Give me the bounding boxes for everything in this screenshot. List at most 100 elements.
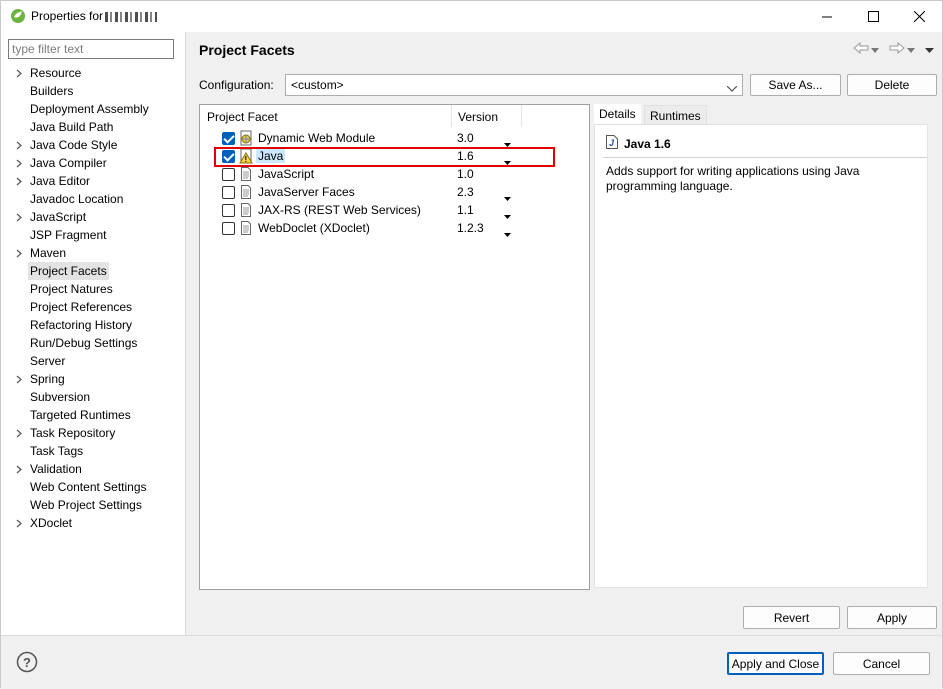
- sidebar-item-javadoc-location[interactable]: Javadoc Location: [1, 190, 185, 208]
- annotation-highlight-box: [214, 147, 555, 167]
- sidebar-item-label: Builders: [30, 84, 74, 98]
- cancel-button[interactable]: Cancel: [833, 652, 930, 675]
- facet-checkbox[interactable]: [222, 222, 235, 235]
- forward-history-dropdown-icon[interactable]: [907, 43, 915, 57]
- sidebar-item-targeted-runtimes[interactable]: Targeted Runtimes: [1, 406, 185, 424]
- main-panel: Project Facets Configuration: <custom> S…: [186, 32, 942, 635]
- sidebar-item-validation[interactable]: Validation: [1, 460, 185, 478]
- delete-button[interactable]: Delete: [847, 74, 937, 96]
- sidebar-item-java-compiler[interactable]: Java Compiler: [1, 154, 185, 172]
- back-history-dropdown-icon[interactable]: [871, 43, 879, 57]
- redacted-title-suffix: [105, 11, 158, 22]
- chevron-right-icon[interactable]: [16, 424, 26, 442]
- sidebar-item-builders[interactable]: Builders: [1, 82, 185, 100]
- chevron-right-icon[interactable]: [16, 460, 26, 478]
- sidebar-item-java-code-style[interactable]: Java Code Style: [1, 136, 185, 154]
- sidebar-item-project-natures[interactable]: Project Natures: [1, 280, 185, 298]
- sidebar-item-label: XDoclet: [30, 516, 73, 530]
- facet-row[interactable]: JavaScript 1.0: [200, 165, 589, 183]
- facet-checkbox[interactable]: [222, 204, 235, 217]
- sidebar-item-label: Run/Debug Settings: [30, 336, 138, 350]
- facet-checkbox[interactable]: [222, 186, 235, 199]
- sidebar-item-refactoring-history[interactable]: Refactoring History: [1, 316, 185, 334]
- sidebar-item-project-references[interactable]: Project References: [1, 298, 185, 316]
- facet-version: 1.0: [457, 167, 474, 181]
- chevron-right-icon[interactable]: [16, 136, 26, 154]
- column-header-project-facet[interactable]: Project Facet: [207, 110, 278, 124]
- maximize-button[interactable]: [850, 1, 896, 32]
- view-menu-icon[interactable]: [925, 43, 934, 57]
- details-content: J Java 1.6 Adds support for writing appl…: [594, 124, 928, 588]
- document-icon: [238, 202, 254, 218]
- facet-checkbox[interactable]: [222, 168, 235, 181]
- chevron-right-icon[interactable]: [16, 64, 26, 82]
- sidebar-item-javascript[interactable]: JavaScript: [1, 208, 185, 226]
- facet-row[interactable]: JavaServer Faces 2.3: [200, 183, 589, 201]
- facets-table: Project Facet Version Dynamic Web Module…: [199, 104, 590, 590]
- sidebar-item-xdoclet[interactable]: XDoclet: [1, 514, 185, 532]
- chevron-down-icon: [726, 81, 738, 95]
- column-header-version[interactable]: Version: [458, 110, 498, 124]
- apply-and-close-button[interactable]: Apply and Close: [727, 652, 824, 675]
- java-file-icon: J: [606, 135, 618, 152]
- sidebar-item-server[interactable]: Server: [1, 352, 185, 370]
- facet-name: Dynamic Web Module: [258, 131, 376, 145]
- facet-row[interactable]: WebDoclet (XDoclet) 1.2.3: [200, 219, 589, 237]
- sidebar-item-jsp-fragment[interactable]: JSP Fragment: [1, 226, 185, 244]
- sidebar-item-project-facets[interactable]: Project Facets: [1, 262, 185, 280]
- sidebar-item-label: Project Natures: [30, 282, 113, 296]
- sidebar-item-maven[interactable]: Maven: [1, 244, 185, 262]
- facet-row[interactable]: JAX-RS (REST Web Services) 1.1: [200, 201, 589, 219]
- back-arrow-icon[interactable]: [853, 41, 869, 57]
- chevron-right-icon[interactable]: [16, 172, 26, 190]
- dialog-footer: ? Apply and Close Cancel: [1, 635, 942, 689]
- sidebar-item-deployment-assembly[interactable]: Deployment Assembly: [1, 100, 185, 118]
- facet-row[interactable]: Dynamic Web Module 3.0: [200, 129, 589, 147]
- facet-version[interactable]: 1.2.3: [457, 221, 484, 235]
- facet-version[interactable]: 3.0: [457, 131, 474, 145]
- revert-button[interactable]: Revert: [743, 606, 840, 629]
- chevron-right-icon[interactable]: [16, 370, 26, 388]
- facets-table-header: Project Facet Version: [200, 105, 589, 127]
- chevron-right-icon[interactable]: [16, 154, 26, 172]
- sidebar-item-run-debug-settings[interactable]: Run/Debug Settings: [1, 334, 185, 352]
- filter-input[interactable]: [8, 39, 174, 59]
- facet-checkbox[interactable]: [222, 132, 235, 145]
- details-title-text: Java 1.6: [624, 136, 671, 151]
- sidebar-item-java-build-path[interactable]: Java Build Path: [1, 118, 185, 136]
- preference-tree: Resource Builders Deployment Assembly Java …: [1, 64, 185, 532]
- sidebar-item-web-content-settings[interactable]: Web Content Settings: [1, 478, 185, 496]
- help-icon[interactable]: ?: [16, 651, 38, 673]
- details-panel: Details Runtimes J Java 1.6 Adds support…: [594, 104, 928, 590]
- version-dropdown-icon[interactable]: [504, 226, 511, 240]
- sidebar-item-task-tags[interactable]: Task Tags: [1, 442, 185, 460]
- sidebar-item-label: Java Editor: [30, 174, 91, 188]
- facet-version[interactable]: 1.1: [457, 203, 474, 217]
- forward-arrow-icon[interactable]: [889, 41, 905, 57]
- sidebar-item-task-repository[interactable]: Task Repository: [1, 424, 185, 442]
- sidebar-item-resource[interactable]: Resource: [1, 64, 185, 82]
- column-divider: [521, 105, 522, 127]
- minimize-button[interactable]: [804, 1, 850, 32]
- apply-button[interactable]: Apply: [847, 606, 937, 629]
- sidebar-item-label: Java Code Style: [30, 138, 118, 152]
- chevron-right-icon[interactable]: [16, 514, 26, 532]
- sidebar-item-label: Web Project Settings: [30, 498, 142, 512]
- configuration-combo[interactable]: <custom>: [285, 74, 743, 96]
- facet-version[interactable]: 2.3: [457, 185, 474, 199]
- close-button[interactable]: [896, 1, 942, 32]
- document-icon: [238, 184, 254, 200]
- sidebar-item-label: Javadoc Location: [30, 192, 124, 206]
- sidebar-item-subversion[interactable]: Subversion: [1, 388, 185, 406]
- tab-details[interactable]: Details: [594, 104, 641, 124]
- save-as-button[interactable]: Save As...: [750, 74, 841, 96]
- sidebar-item-web-project-settings[interactable]: Web Project Settings: [1, 496, 185, 514]
- chevron-right-icon[interactable]: [16, 244, 26, 262]
- sidebar-item-spring[interactable]: Spring: [1, 370, 185, 388]
- svg-text:?: ?: [23, 655, 31, 670]
- sidebar-item-label: Deployment Assembly: [30, 102, 149, 116]
- details-title: J Java 1.6: [606, 135, 671, 152]
- sidebar-item-java-editor[interactable]: Java Editor: [1, 172, 185, 190]
- tab-runtimes[interactable]: Runtimes: [644, 105, 707, 125]
- chevron-right-icon[interactable]: [16, 208, 26, 226]
